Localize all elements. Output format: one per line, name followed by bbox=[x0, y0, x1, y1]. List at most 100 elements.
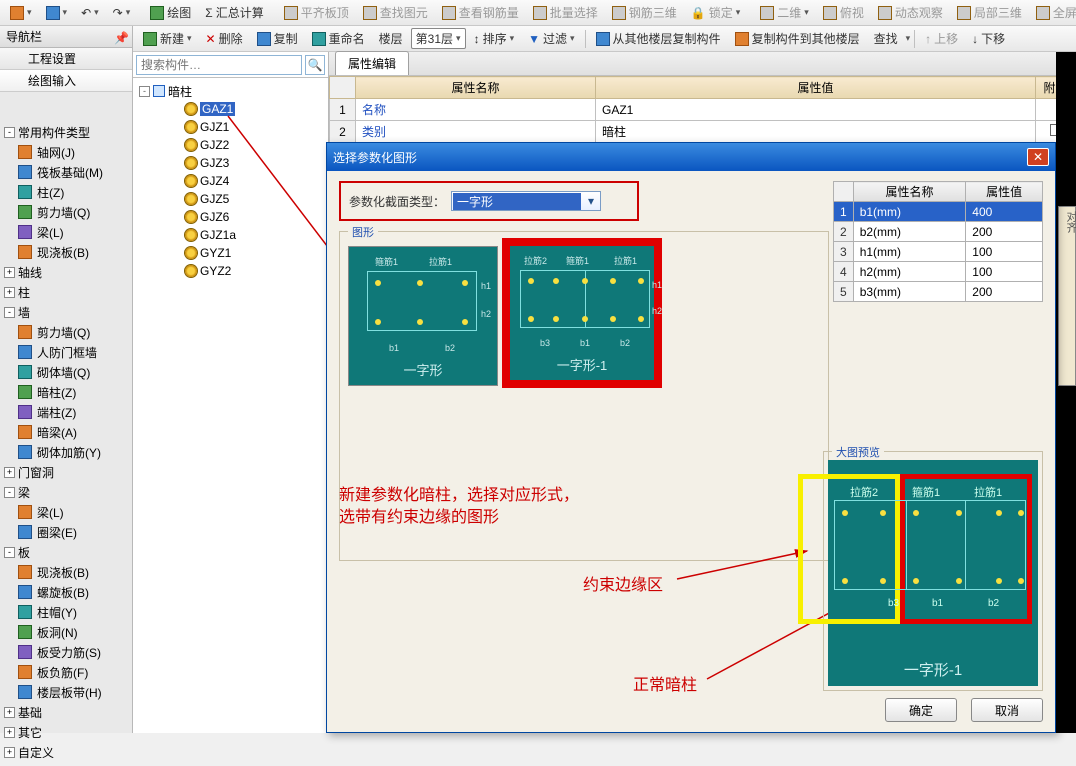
draw-button[interactable]: 绘图 bbox=[144, 2, 197, 23]
rebar3d-button[interactable]: 钢筋三维 bbox=[606, 2, 683, 23]
tree-item[interactable]: 暗柱(Z) bbox=[2, 382, 132, 402]
floor-select[interactable]: 第31层 ▾ bbox=[411, 28, 466, 49]
dialog-titlebar[interactable]: 选择参数化图形 ✕ bbox=[327, 143, 1055, 171]
tb-redo[interactable]: ↷▾ bbox=[107, 4, 137, 22]
movedown-button[interactable]: ↓下移 bbox=[966, 28, 1011, 49]
thumb-yizixing-1[interactable]: 拉筋2 箍筋1 拉筋1 b3b1b2 h1h2 一字形-1 bbox=[502, 238, 662, 388]
close-icon[interactable]: ✕ bbox=[1027, 148, 1049, 166]
tree-item[interactable]: 剪力墙(Q) bbox=[2, 202, 132, 222]
nav-item-drawinput[interactable]: 绘图输入 bbox=[0, 70, 132, 92]
tree-item[interactable]: 现浇板(B) bbox=[2, 242, 132, 262]
copyfrom-button[interactable]: 从其他楼层复制构件 bbox=[590, 28, 727, 49]
tb-open[interactable]: ▾ bbox=[40, 4, 74, 22]
tree-item[interactable]: 楼层板带(H) bbox=[2, 682, 132, 702]
tree-item[interactable]: 砌体墙(Q) bbox=[2, 362, 132, 382]
batchsel-button[interactable]: 批量选择 bbox=[527, 2, 604, 23]
tree-group[interactable]: -墙 bbox=[2, 302, 132, 322]
ct-item[interactable]: GJZ5 bbox=[139, 190, 328, 208]
new-button[interactable]: 新建▾ bbox=[137, 28, 198, 49]
tb-undo[interactable]: ↶▾ bbox=[75, 4, 105, 22]
mg-value[interactable]: 200 bbox=[966, 222, 1043, 242]
cancel-button[interactable]: 取消 bbox=[971, 698, 1043, 722]
tree-item[interactable]: 螺旋板(B) bbox=[2, 582, 132, 602]
tree-item[interactable]: 砌体加筋(Y) bbox=[2, 442, 132, 462]
mg-name[interactable]: b1(mm) bbox=[853, 202, 966, 222]
local3d-button[interactable]: 局部三维 bbox=[951, 2, 1028, 23]
mg-name[interactable]: b2(mm) bbox=[853, 222, 966, 242]
tree-item[interactable]: 剪力墙(Q) bbox=[2, 322, 132, 342]
sumcalc-button[interactable]: Σ 汇总计算 bbox=[199, 2, 269, 23]
tree-item[interactable]: 筏板基础(M) bbox=[2, 162, 132, 182]
tree-item[interactable]: 柱帽(Y) bbox=[2, 602, 132, 622]
mg-value[interactable]: 400 bbox=[966, 202, 1043, 222]
tree-group[interactable]: -梁 bbox=[2, 482, 132, 502]
pin-icon[interactable]: 📌 bbox=[114, 31, 126, 43]
sort-button[interactable]: ↕排序▾ bbox=[468, 28, 521, 49]
tree-item[interactable]: 梁(L) bbox=[2, 222, 132, 242]
tree-item[interactable]: 板洞(N) bbox=[2, 622, 132, 642]
2d-button[interactable]: 二维▾ bbox=[754, 2, 815, 23]
tree-item[interactable]: 梁(L) bbox=[2, 502, 132, 522]
ct-item[interactable]: GYZ1 bbox=[139, 244, 328, 262]
tree-group[interactable]: -板 bbox=[2, 542, 132, 562]
tree-group[interactable]: +轴线 bbox=[2, 262, 132, 282]
ct-item[interactable]: GJZ4 bbox=[139, 172, 328, 190]
tree-group[interactable]: +自定义 bbox=[2, 742, 132, 762]
gear-icon bbox=[185, 265, 197, 277]
iso-button[interactable]: 俯视 bbox=[817, 2, 870, 23]
ct-item[interactable]: GJZ2 bbox=[139, 136, 328, 154]
tree-group[interactable]: +门窗洞 bbox=[2, 462, 132, 482]
tab-propedit[interactable]: 属性编辑 bbox=[335, 51, 409, 75]
ct-item[interactable]: GJZ6 bbox=[139, 208, 328, 226]
ct-root[interactable]: -暗柱 bbox=[139, 82, 328, 100]
mg-value[interactable]: 100 bbox=[966, 242, 1043, 262]
prop-value[interactable]: 暗柱 bbox=[596, 121, 1036, 143]
find-button[interactable]: 查找 bbox=[868, 28, 904, 49]
dyn-button[interactable]: 动态观察 bbox=[872, 2, 949, 23]
mg-value[interactable]: 200 bbox=[966, 282, 1043, 302]
flattop-button[interactable]: 平齐板顶 bbox=[278, 2, 355, 23]
delete-button[interactable]: ✕删除 bbox=[200, 28, 249, 49]
full-button[interactable]: 全屏 bbox=[1030, 2, 1076, 23]
moveup-button[interactable]: ↑上移 bbox=[919, 28, 964, 49]
viewrebar-button[interactable]: 查看钢筋量 bbox=[436, 2, 525, 23]
recent-dropdown[interactable]: ▾ bbox=[4, 4, 38, 22]
tree-item[interactable]: 板受力筋(S) bbox=[2, 642, 132, 662]
tree-item[interactable]: 板负筋(F) bbox=[2, 662, 132, 682]
mg-value[interactable]: 100 bbox=[966, 262, 1043, 282]
tree-group[interactable]: +基础 bbox=[2, 702, 132, 722]
ct-item[interactable]: GJZ1a bbox=[139, 226, 328, 244]
tree-item[interactable]: 端柱(Z) bbox=[2, 402, 132, 422]
mg-name[interactable]: b3(mm) bbox=[853, 282, 966, 302]
copy-button[interactable]: 复制 bbox=[251, 28, 304, 49]
findview-button[interactable]: 查找图元 bbox=[357, 2, 434, 23]
param-select[interactable]: 一字形 ▾ bbox=[451, 191, 601, 211]
rename-button[interactable]: 重命名 bbox=[306, 28, 371, 49]
tree-item[interactable]: 暗梁(A) bbox=[2, 422, 132, 442]
ok-button[interactable]: 确定 bbox=[885, 698, 957, 722]
lock-button[interactable]: 🔒锁定▾ bbox=[685, 2, 747, 23]
copyto-button[interactable]: 复制构件到其他楼层 bbox=[729, 28, 866, 49]
mg-name[interactable]: h1(mm) bbox=[853, 242, 966, 262]
filter-button[interactable]: ▼过滤▾ bbox=[522, 28, 580, 49]
mg-name[interactable]: h2(mm) bbox=[853, 262, 966, 282]
ct-item[interactable]: GJZ1 bbox=[139, 118, 328, 136]
label-gujin1: 箍筋1 bbox=[375, 255, 398, 268]
ct-item[interactable]: GJZ3 bbox=[139, 154, 328, 172]
tree-item[interactable]: 柱(Z) bbox=[2, 182, 132, 202]
param-dialog: 选择参数化图形 ✕ 参数化截面类型： 一字形 ▾ 图形 箍筋1 拉筋1 b1b2… bbox=[326, 142, 1056, 733]
prop-value[interactable]: GAZ1 bbox=[596, 99, 1036, 121]
tree-group[interactable]: +其它 bbox=[2, 722, 132, 742]
search-input[interactable] bbox=[136, 55, 302, 75]
nav-item-project[interactable]: 工程设置 bbox=[0, 48, 132, 70]
tree-group[interactable]: +柱 bbox=[2, 282, 132, 302]
tree-item[interactable]: 人防门框墙 bbox=[2, 342, 132, 362]
search-button[interactable]: 🔍 bbox=[305, 55, 325, 75]
ct-item[interactable]: GAZ1 bbox=[139, 100, 328, 118]
thumb-yizixing[interactable]: 箍筋1 拉筋1 b1b2 h1h2 一字形 bbox=[348, 246, 498, 386]
tree-item[interactable]: 轴网(J) bbox=[2, 142, 132, 162]
tree-item[interactable]: 圈梁(E) bbox=[2, 522, 132, 542]
ct-item[interactable]: GYZ2 bbox=[139, 262, 328, 280]
tree-item[interactable]: 现浇板(B) bbox=[2, 562, 132, 582]
tree-group[interactable]: -常用构件类型 bbox=[2, 122, 132, 142]
